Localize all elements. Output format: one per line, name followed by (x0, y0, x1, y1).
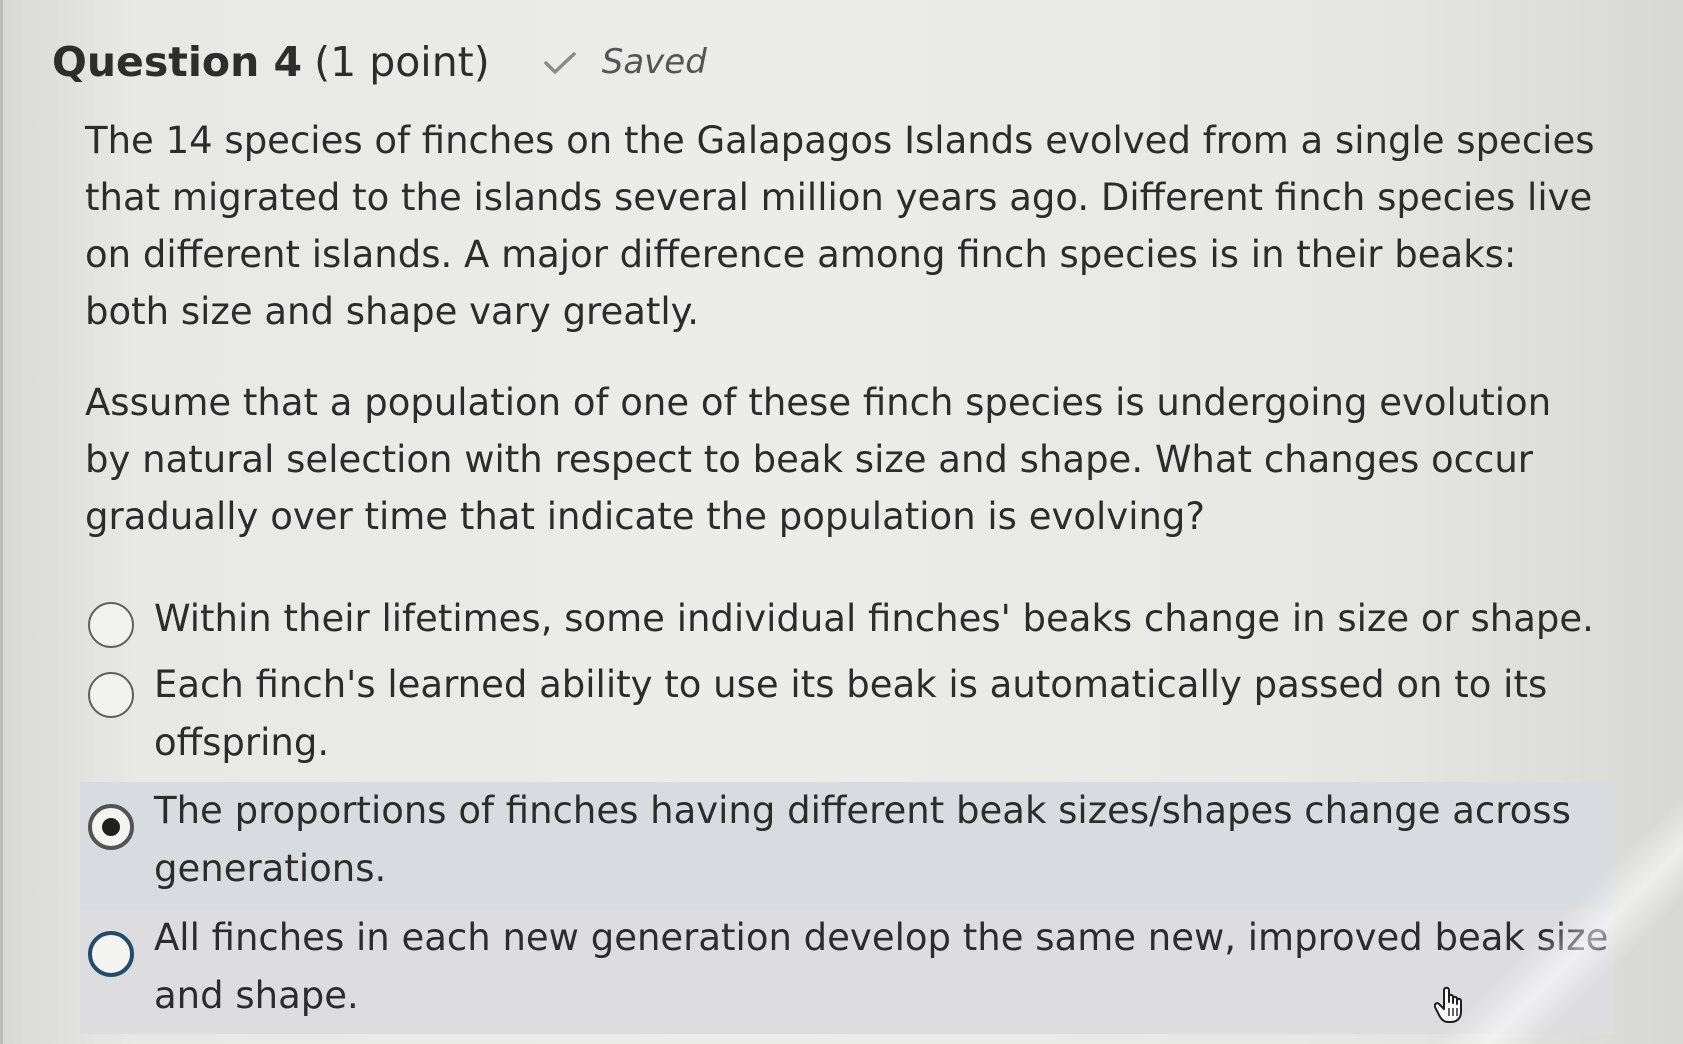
radio-button[interactable] (88, 602, 134, 648)
radio-button-selected[interactable] (88, 804, 134, 850)
question-prompt-paragraph-1: The 14 species of finches on the Galapag… (85, 119, 1595, 333)
answer-option-3[interactable]: The proportions of finches having differ… (80, 782, 1613, 909)
question-points: (1 point) (314, 38, 490, 86)
question-title: Question 4 (52, 38, 303, 86)
answer-option-label: All finches in each new generation devel… (154, 916, 1609, 1017)
answer-option-label: Each finch's learned ability to use its … (154, 663, 1548, 764)
answer-option-2[interactable]: Each finch's learned ability to use its … (80, 656, 1613, 782)
saved-status: Saved (601, 42, 707, 82)
radio-button-focused[interactable] (88, 931, 134, 977)
question-prompt-paragraph-2: Assume that a population of one of these… (85, 381, 1552, 538)
radio-button[interactable] (88, 672, 134, 718)
question-header: Question 4 (1 point) Saved (52, 38, 707, 86)
answer-option-4[interactable]: All finches in each new generation devel… (80, 909, 1613, 1034)
answer-option-label: Within their lifetimes, some individual … (154, 597, 1594, 640)
hand-pointer-icon (1434, 986, 1462, 1023)
checkmark-icon (544, 52, 576, 74)
screen-edge (0, 0, 3, 1044)
radio-selected-dot (102, 818, 120, 836)
answer-option-label: The proportions of finches having differ… (154, 789, 1571, 890)
answer-options: Within their lifetimes, some individual … (80, 590, 1613, 1034)
quiz-page: Question 4 (1 point) Saved The 14 specie… (0, 0, 1683, 1044)
answer-option-1[interactable]: Within their lifetimes, some individual … (80, 590, 1613, 656)
